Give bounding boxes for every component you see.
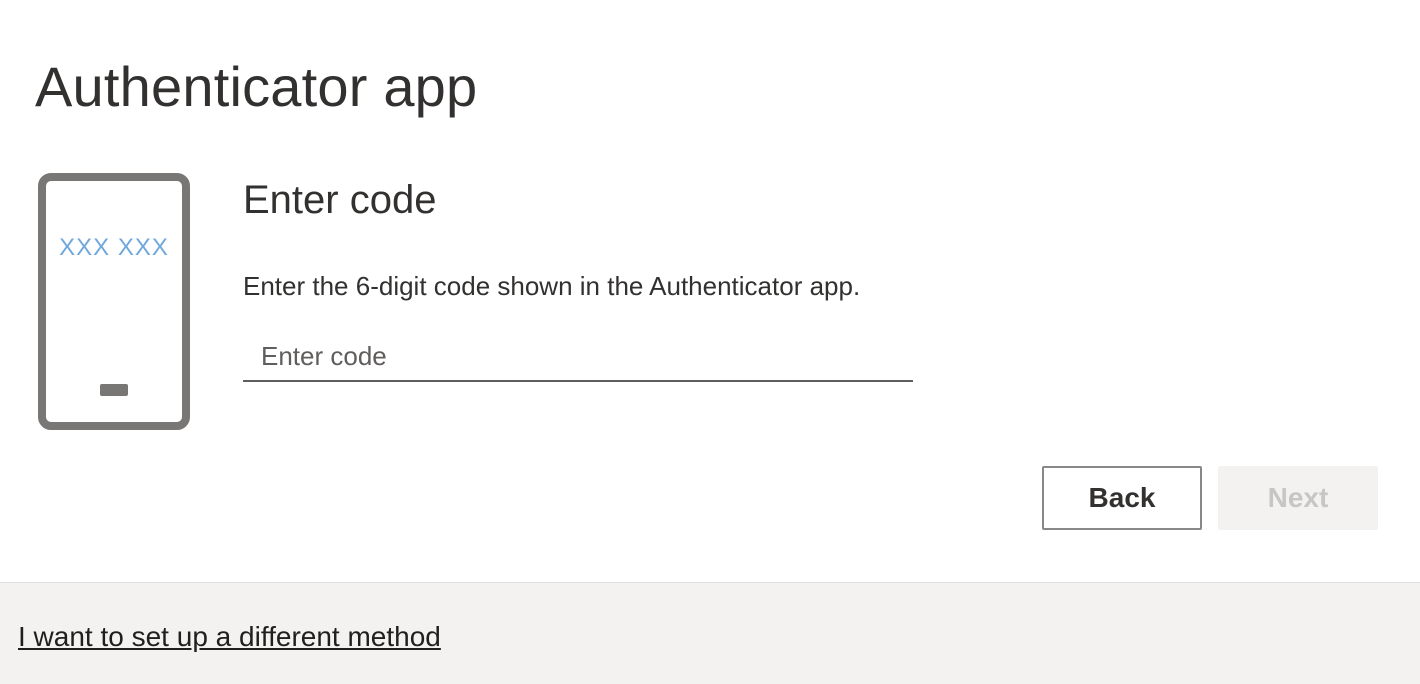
instruction-text: Enter the 6-digit code shown in the Auth…: [243, 271, 861, 301]
page-title: Authenticator app: [35, 55, 478, 118]
footer: I want to set up a different method: [0, 582, 1420, 684]
section-title: Enter code: [243, 178, 437, 222]
phone-icon: XXX XXX: [38, 173, 190, 430]
different-method-link[interactable]: I want to set up a different method: [18, 619, 441, 655]
code-input[interactable]: [243, 332, 913, 382]
main-panel: Authenticator app XXX XXX Enter code Ent…: [0, 0, 1420, 582]
code-entry-section: Enter code Enter the 6-digit code shown …: [243, 172, 923, 382]
phone-home-button: [100, 384, 128, 396]
back-button[interactable]: Back: [1042, 466, 1202, 530]
phone-code-text: XXX XXX: [59, 234, 169, 261]
next-button[interactable]: Next: [1218, 466, 1378, 530]
